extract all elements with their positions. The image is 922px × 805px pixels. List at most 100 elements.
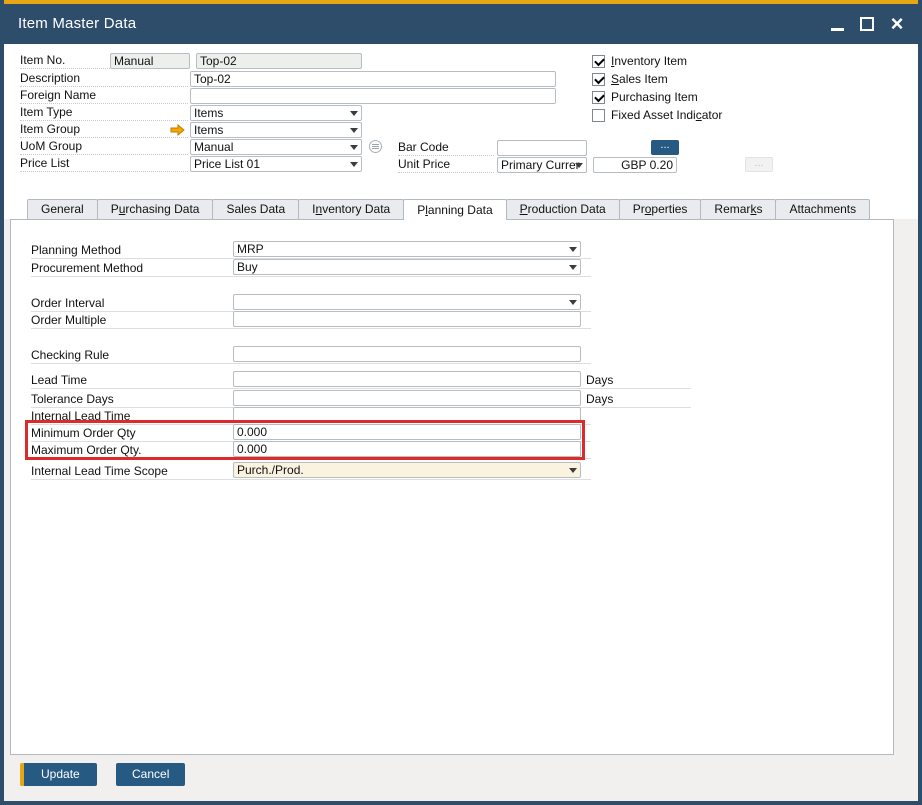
procurement-method-dropdown[interactable]: Buy <box>233 259 581 275</box>
inventory-item-checkbox[interactable] <box>592 55 605 68</box>
close-button[interactable]: × <box>882 11 912 37</box>
description-label: Description <box>20 71 188 87</box>
maximize-icon <box>860 17 874 31</box>
tolerance-days-label: Tolerance Days <box>31 392 114 406</box>
minimize-icon <box>831 28 844 31</box>
procurement-method-label: Procurement Method <box>31 261 143 275</box>
tolerance-days-unit: Days <box>586 392 613 406</box>
price-list-dropdown[interactable]: Price List 01 <box>190 156 362 172</box>
fixed-asset-indicator-checkbox[interactable] <box>592 109 605 122</box>
inventory-item-label: Inventory Item <box>611 54 687 68</box>
inventory-item-row: Inventory Item <box>592 53 687 69</box>
minimize-button[interactable] <box>822 11 852 37</box>
price-list-label: Price List <box>20 156 188 172</box>
purchasing-item-checkbox[interactable] <box>592 91 605 104</box>
item-type-dropdown[interactable]: Items <box>190 105 362 121</box>
header-form: Item No. Description Foreign Name Item T… <box>4 44 918 219</box>
unit-price-currency-dropdown[interactable]: Primary Currer <box>497 157 587 173</box>
internal-lead-time-row: Internal Lead Time <box>31 407 591 425</box>
uom-group-detail-icon[interactable] <box>369 140 382 153</box>
item-group-dropdown[interactable]: Items <box>190 122 362 138</box>
planning-method-value: MRP <box>237 242 264 256</box>
unit-price-browse-button[interactable]: ... <box>745 157 773 172</box>
tab-remarks[interactable]: Remarks <box>700 199 776 219</box>
checking-rule-input[interactable] <box>233 346 581 362</box>
maximum-order-qty-row: Maximum Order Qty. 0.000 <box>31 441 591 459</box>
lead-time-input[interactable] <box>233 371 581 387</box>
tab-general[interactable]: General <box>27 199 98 219</box>
order-multiple-input[interactable] <box>233 311 581 327</box>
description-field[interactable]: Top-02 <box>190 71 556 87</box>
window-body: Item No. Description Foreign Name Item T… <box>4 44 918 801</box>
titlebar[interactable]: Item Master Data × <box>0 4 922 44</box>
internal-lead-time-label: Internal Lead Time <box>31 409 130 423</box>
internal-lead-time-input[interactable] <box>233 407 581 423</box>
checking-rule-label: Checking Rule <box>31 348 109 362</box>
lead-time-label: Lead Time <box>31 373 87 387</box>
lead-time-unit: Days <box>586 373 613 387</box>
cancel-button[interactable]: Cancel <box>116 763 185 786</box>
item-type-label: Item Type <box>20 105 188 121</box>
minimum-order-qty-input[interactable]: 0.000 <box>233 424 581 440</box>
update-button[interactable]: Update <box>20 763 97 786</box>
chevron-down-icon <box>350 162 358 167</box>
order-interval-label: Order Interval <box>31 296 104 310</box>
foreign-name-label: Foreign Name <box>20 88 188 104</box>
bar-code-field[interactable] <box>497 140 587 156</box>
price-list-value: Price List 01 <box>194 157 260 171</box>
procurement-method-row: Procurement Method Buy <box>31 259 591 277</box>
footer-bar: Update Cancel <box>4 755 918 801</box>
minimum-order-qty-row: Minimum Order Qty 0.000 <box>31 424 591 442</box>
tab-inventory-data[interactable]: Inventory Data <box>298 199 404 219</box>
item-no-field[interactable]: Top-02 <box>196 53 362 69</box>
minimum-order-qty-label: Minimum Order Qty <box>31 426 136 440</box>
tab-sales-data[interactable]: Sales Data <box>212 199 299 219</box>
internal-lead-time-scope-dropdown[interactable]: Purch./Prod. <box>233 462 581 478</box>
window-title: Item Master Data <box>18 4 136 44</box>
bar-code-browse-button[interactable]: ... <box>651 140 679 155</box>
purchasing-item-row: Purchasing Item <box>592 89 698 105</box>
item-no-mode-field[interactable]: Manual <box>110 53 190 69</box>
planning-method-row: Planning Method MRP <box>31 241 591 259</box>
sales-item-checkbox[interactable] <box>592 73 605 86</box>
maximum-order-qty-input[interactable]: 0.000 <box>233 441 581 457</box>
tab-production-data[interactable]: Production Data <box>506 199 620 219</box>
unit-price-field[interactable]: GBP 0.20 <box>593 157 677 173</box>
maximum-order-qty-label: Maximum Order Qty. <box>31 443 141 457</box>
sales-item-row: Sales Item <box>592 71 668 87</box>
tab-properties[interactable]: Properties <box>619 199 702 219</box>
fixed-asset-row: Fixed Asset Indicator <box>592 107 722 123</box>
bar-code-label: Bar Code <box>398 140 494 156</box>
chevron-down-icon <box>350 128 358 133</box>
tolerance-days-row: Tolerance Days Days <box>31 390 691 408</box>
sales-item-label: Sales Item <box>611 72 668 86</box>
chevron-down-icon <box>569 265 577 270</box>
checking-rule-row: Checking Rule <box>31 346 591 364</box>
planning-data-panel: Planning Method MRP Procurement Method B… <box>10 219 894 755</box>
uom-group-dropdown[interactable]: Manual <box>190 139 362 155</box>
window-controls: × <box>822 4 912 44</box>
link-arrow-icon[interactable] <box>170 124 185 136</box>
lead-time-row: Lead Time Days <box>31 371 691 389</box>
unit-price-label: Unit Price <box>398 157 494 173</box>
tab-attachments[interactable]: Attachments <box>775 199 870 219</box>
foreign-name-field[interactable] <box>190 88 556 104</box>
internal-lead-time-scope-label: Internal Lead Time Scope <box>31 464 168 478</box>
internal-lead-time-scope-row: Internal Lead Time Scope Purch./Prod. <box>31 462 591 480</box>
tolerance-days-input[interactable] <box>233 390 581 406</box>
tab-strip: General Purchasing Data Sales Data Inven… <box>28 199 870 219</box>
unit-price-currency-value: Primary Currer <box>501 158 580 172</box>
planning-method-dropdown[interactable]: MRP <box>233 241 581 257</box>
chevron-down-icon <box>575 163 583 168</box>
procurement-method-value: Buy <box>237 260 258 274</box>
item-group-value: Items <box>194 123 223 137</box>
item-type-value: Items <box>194 106 223 120</box>
chevron-down-icon <box>569 247 577 252</box>
planning-method-label: Planning Method <box>31 243 121 257</box>
tab-purchasing-data[interactable]: Purchasing Data <box>97 199 214 219</box>
chevron-down-icon <box>569 468 577 473</box>
chevron-down-icon <box>350 111 358 116</box>
tab-planning-data[interactable]: Planning Data <box>403 199 506 220</box>
maximize-button[interactable] <box>852 11 882 37</box>
order-interval-dropdown[interactable] <box>233 294 581 310</box>
